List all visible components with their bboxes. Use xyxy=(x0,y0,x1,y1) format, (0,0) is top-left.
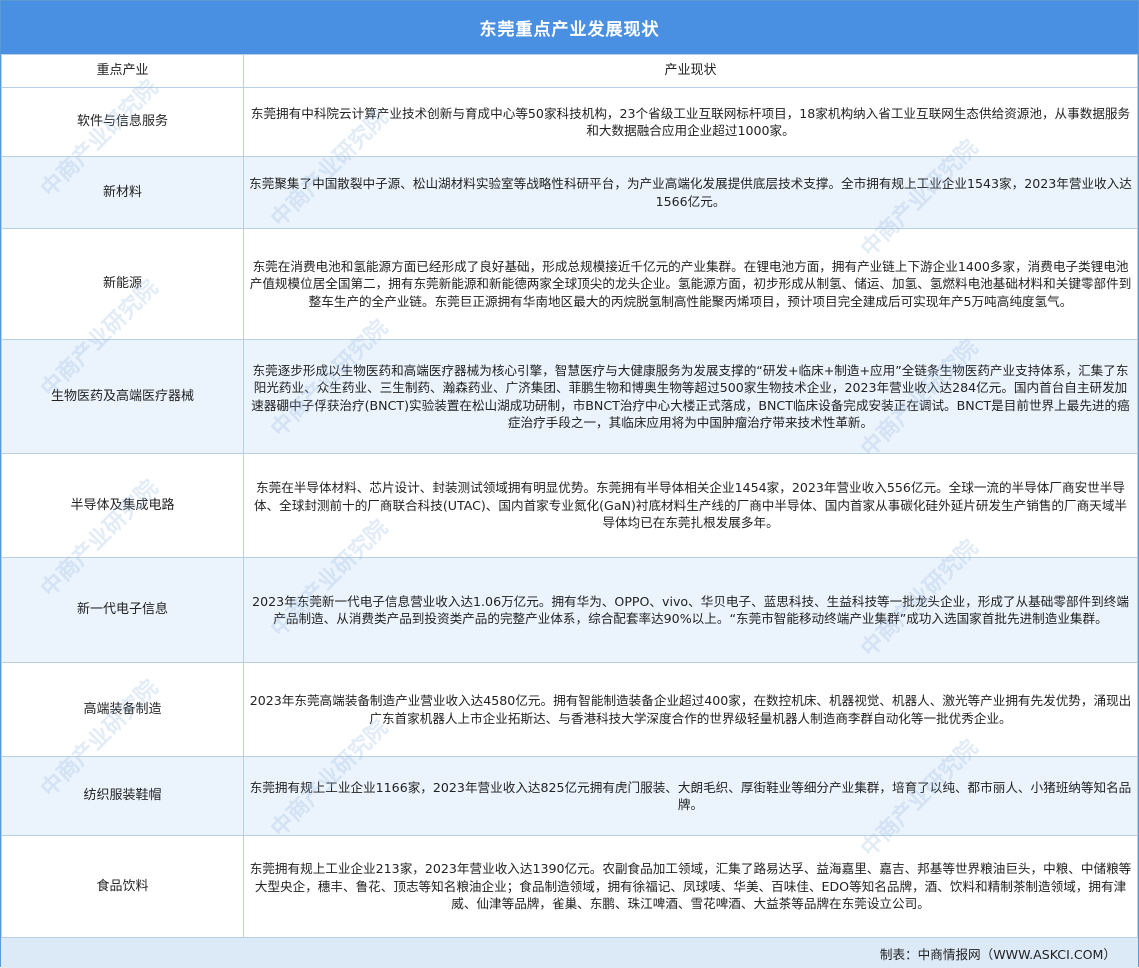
table-footer: 制表：中商情报网（WWW.ASKCI.COM） xyxy=(1,938,1138,968)
industry-table-sheet: 东莞重点产业发展现状 重点产业 产业现状 软件与信息服务 东莞拥有中科院云计算产… xyxy=(0,0,1139,968)
row-industry: 新材料 xyxy=(1,156,244,229)
row-status: 东莞拥有规上工业企业1166家，2023年营业收入达825亿元拥有虎门服装、大朗… xyxy=(243,756,1138,836)
table-row: 软件与信息服务 东莞拥有中科院云计算产业技术创新与育成中心等50家科技机构，23… xyxy=(1,87,1138,157)
row-status: 东莞聚集了中国散裂中子源、松山湖材料实验室等战略性科研平台，为产业高端化发展提供… xyxy=(243,156,1138,229)
header-status: 产业现状 xyxy=(243,54,1138,88)
row-industry: 纺织服装鞋帽 xyxy=(1,756,244,836)
table-row: 新能源 东莞在消费电池和氢能源方面已经形成了良好基础，形成总规模接近千亿元的产业… xyxy=(1,228,1138,340)
row-status: 东莞逐步形成以生物医药和高端医疗器械为核心引擎，智慧医疗与大健康服务为发展支撑的… xyxy=(243,339,1138,454)
row-status: 东莞在消费电池和氢能源方面已经形成了良好基础，形成总规模接近千亿元的产业集群。在… xyxy=(243,228,1138,340)
table-row: 新一代电子信息 2023年东莞新一代电子信息营业收入达1.06万亿元。拥有华为、… xyxy=(1,557,1138,663)
table-row: 纺织服装鞋帽 东莞拥有规上工业企业1166家，2023年营业收入达825亿元拥有… xyxy=(1,756,1138,836)
row-status: 2023年东莞新一代电子信息营业收入达1.06万亿元。拥有华为、OPPO、viv… xyxy=(243,557,1138,663)
row-industry: 生物医药及高端医疗器械 xyxy=(1,339,244,454)
table-title: 东莞重点产业发展现状 xyxy=(1,1,1138,54)
table-row: 高端装备制造 2023年东莞高端装备制造产业营业收入达4580亿元。拥有智能制造… xyxy=(1,662,1138,757)
header-industry: 重点产业 xyxy=(1,54,244,88)
row-status: 2023年东莞高端装备制造产业营业收入达4580亿元。拥有智能制造装备企业超过4… xyxy=(243,662,1138,757)
industry-table: 重点产业 产业现状 软件与信息服务 东莞拥有中科院云计算产业技术创新与育成中心等… xyxy=(1,54,1138,938)
table-row: 半导体及集成电路 东莞在半导体材料、芯片设计、封装测试领域拥有明显优势。东莞拥有… xyxy=(1,453,1138,558)
row-industry: 软件与信息服务 xyxy=(1,87,244,157)
row-status: 东莞在半导体材料、芯片设计、封装测试领域拥有明显优势。东莞拥有半导体相关企业14… xyxy=(243,453,1138,558)
table-row: 食品饮料 东莞拥有规上工业企业213家，2023年营业收入达1390亿元。农副食… xyxy=(1,835,1138,938)
row-industry: 新能源 xyxy=(1,228,244,340)
table-header-row: 重点产业 产业现状 xyxy=(1,54,1138,88)
row-industry: 新一代电子信息 xyxy=(1,557,244,663)
table-row: 生物医药及高端医疗器械 东莞逐步形成以生物医药和高端医疗器械为核心引擎，智慧医疗… xyxy=(1,339,1138,454)
row-industry: 食品饮料 xyxy=(1,835,244,938)
row-industry: 半导体及集成电路 xyxy=(1,453,244,558)
row-status: 东莞拥有规上工业企业213家，2023年营业收入达1390亿元。农副食品加工领域… xyxy=(243,835,1138,938)
row-status: 东莞拥有中科院云计算产业技术创新与育成中心等50家科技机构，23个省级工业互联网… xyxy=(243,87,1138,157)
row-industry: 高端装备制造 xyxy=(1,662,244,757)
table-row: 新材料 东莞聚集了中国散裂中子源、松山湖材料实验室等战略性科研平台，为产业高端化… xyxy=(1,156,1138,229)
